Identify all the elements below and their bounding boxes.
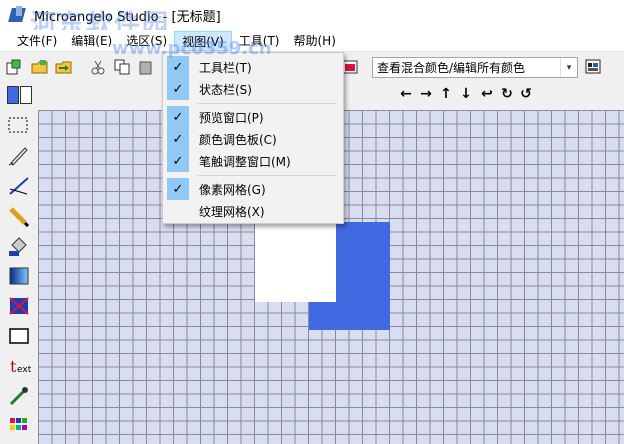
check-icon: ✓ xyxy=(167,106,189,128)
selection-icon[interactable] xyxy=(4,112,34,140)
menu-item-pixel-grid[interactable]: ✓ 像素网格(G) xyxy=(165,178,341,200)
tool-palette: t ext xyxy=(0,108,38,444)
menu-item-brush-window[interactable]: ✓ 笔触调整窗口(M) xyxy=(165,150,341,172)
open-folder-icon[interactable] xyxy=(54,57,74,77)
shift-up-icon[interactable]: ↑ xyxy=(437,84,455,104)
blue-pixel-block-lower xyxy=(309,302,336,330)
menu-edit[interactable]: 编辑(E) xyxy=(64,31,119,51)
menu-item-texture-grid[interactable]: 纹理网格(X) xyxy=(165,200,341,222)
view-mode-select[interactable]: 查看混合颜色/编辑所有颜色 ▾ xyxy=(372,57,578,78)
palette-icon[interactable] xyxy=(4,412,34,440)
menu-item-color-palette[interactable]: ✓ 颜色调色板(C) xyxy=(165,128,341,150)
menu-separator xyxy=(197,103,337,104)
white-pixel-block xyxy=(255,222,336,302)
svg-text:t: t xyxy=(10,357,17,376)
app-window: Microangelo Studio - [无标题] 河东软件园 www.pc0… xyxy=(0,0,624,444)
foreground-color-swatch[interactable] xyxy=(7,86,19,104)
unchecked-slot xyxy=(167,200,189,222)
view-mode-value: 查看混合颜色/编辑所有颜色 xyxy=(377,61,526,75)
open-icon[interactable] xyxy=(30,57,50,77)
menu-item-preview-window[interactable]: ✓ 预览窗口(P) xyxy=(165,106,341,128)
check-icon: ✓ xyxy=(167,128,189,150)
brush-icon[interactable] xyxy=(4,142,34,170)
flip-icon[interactable]: ↩ xyxy=(478,84,496,104)
shift-right-icon[interactable]: → xyxy=(417,84,435,104)
menu-file[interactable]: 文件(F) xyxy=(10,31,64,51)
background-color-swatch[interactable] xyxy=(20,86,32,104)
menu-item-statusbar[interactable]: ✓ 状态栏(S) xyxy=(165,78,341,100)
rectangle-icon[interactable] xyxy=(4,322,34,350)
menu-bar: 文件(F) 编辑(E) 选区(S) 视图(V) 工具(T) 帮助(H) xyxy=(0,30,624,52)
app-icon xyxy=(8,5,28,25)
new-icon[interactable] xyxy=(4,57,24,77)
pencil-icon[interactable] xyxy=(4,202,34,230)
rotate-ccw-icon[interactable]: ↺ xyxy=(517,84,535,104)
text-icon[interactable]: t ext xyxy=(4,352,34,380)
svg-text:ext: ext xyxy=(17,365,31,375)
menu-separator xyxy=(197,175,337,176)
paste-icon[interactable] xyxy=(136,57,156,77)
menu-help[interactable]: 帮助(H) xyxy=(287,31,343,51)
replace-color-icon[interactable] xyxy=(4,292,34,320)
watermark-url: www.pc0359.cn xyxy=(112,38,272,59)
blue-pixel-block xyxy=(336,222,390,330)
check-icon: ✓ xyxy=(167,150,189,172)
palette-window-icon[interactable] xyxy=(584,57,604,77)
cut-icon[interactable] xyxy=(88,57,108,77)
line-icon[interactable] xyxy=(4,172,34,200)
shift-down-icon[interactable]: ↓ xyxy=(457,84,475,104)
rotate-cw-icon[interactable]: ↻ xyxy=(498,84,516,104)
copy-icon[interactable] xyxy=(112,57,132,77)
menu-item-toolbar[interactable]: ✓ 工具栏(T) xyxy=(165,56,341,78)
gradient-icon[interactable] xyxy=(4,262,34,290)
check-icon: ✓ xyxy=(167,178,189,200)
shift-left-icon[interactable]: ← xyxy=(397,84,415,104)
check-icon: ✓ xyxy=(167,78,189,100)
eyedropper-icon[interactable] xyxy=(4,382,34,410)
check-icon: ✓ xyxy=(167,56,189,78)
view-menu-dropdown: ✓ 工具栏(T) ✓ 状态栏(S) ✓ 预览窗口(P) ✓ 颜色调色板(C) ✓… xyxy=(162,52,344,224)
fill-icon[interactable] xyxy=(4,232,34,260)
chevron-down-icon[interactable]: ▾ xyxy=(560,58,577,77)
